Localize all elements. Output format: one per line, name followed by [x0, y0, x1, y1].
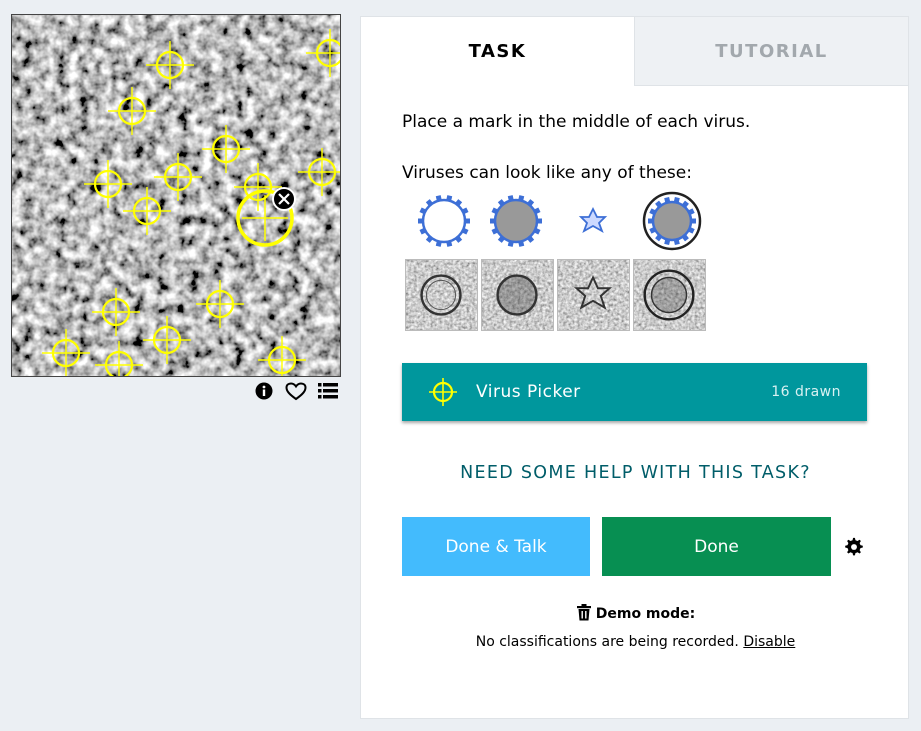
example-thumbnails: [405, 259, 706, 331]
trash-icon: [576, 604, 591, 621]
tool-label: Virus Picker: [476, 382, 581, 402]
tab-bar: TASK TUTORIAL: [361, 17, 908, 86]
examples-label: Viruses can look like any of these:: [402, 163, 692, 183]
gear-icon[interactable]: [843, 536, 865, 558]
subject-toolbar: [252, 380, 342, 402]
virus-picker-tool[interactable]: Virus Picker 16 drawn: [402, 363, 867, 421]
tab-tutorial[interactable]: TUTORIAL: [634, 17, 908, 86]
tool-count: 16 drawn: [771, 384, 841, 400]
tab-task[interactable]: TASK: [361, 17, 634, 86]
empty-virus-icon: [418, 195, 470, 247]
delete-mark-button[interactable]: [272, 187, 296, 211]
disable-demo-link[interactable]: Disable: [743, 634, 795, 650]
example-thumbnail: [557, 259, 630, 331]
list-icon[interactable]: [316, 380, 340, 402]
example-thumbnail: [633, 259, 706, 331]
filled-virus-icon: [490, 195, 542, 247]
done-and-talk-button[interactable]: Done & Talk: [402, 517, 590, 576]
example-thumbnail: [405, 259, 478, 331]
subject-canvas[interactable]: [12, 15, 341, 377]
help-link[interactable]: NEED SOME HELP WITH THIS TASK?: [361, 463, 910, 483]
demo-mode-title: Demo mode:: [361, 604, 910, 622]
task-instruction: Place a mark in the middle of each virus…: [402, 112, 751, 132]
info-icon[interactable]: [252, 380, 276, 402]
demo-message-text: No classifications are being recorded.: [475, 634, 739, 650]
example-thumbnail: [481, 259, 554, 331]
enveloped-virus-icon: [642, 191, 702, 251]
heart-icon[interactable]: [284, 380, 308, 402]
virus-example-icons: [418, 191, 702, 251]
subject-image[interactable]: [11, 14, 341, 377]
demo-mode-message: No classifications are being recorded. D…: [361, 634, 910, 650]
demo-mode-label: Demo mode:: [595, 606, 696, 622]
task-panel: TASK TUTORIAL Place a mark in the middle…: [360, 16, 909, 719]
done-button[interactable]: Done: [602, 517, 831, 576]
star-virus-icon: [578, 206, 608, 233]
crosshair-icon: [429, 378, 457, 406]
